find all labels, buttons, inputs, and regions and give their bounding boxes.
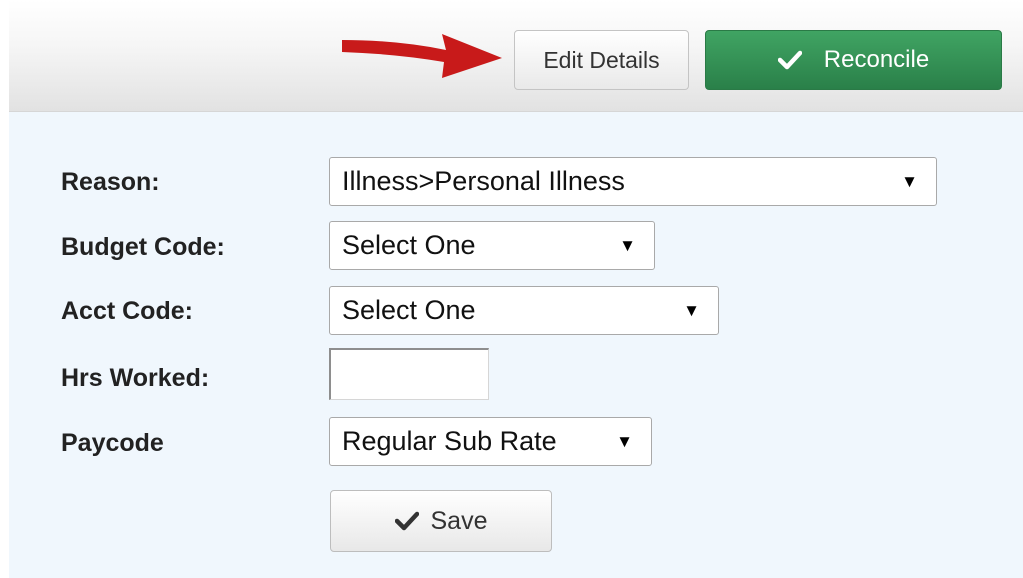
caret-down-icon: ▼ bbox=[616, 431, 633, 451]
caret-down-icon: ▼ bbox=[619, 235, 636, 255]
caret-down-icon: ▼ bbox=[683, 300, 700, 320]
budget-code-select[interactable]: Select One ▼ bbox=[329, 221, 655, 270]
save-button[interactable]: Save bbox=[330, 490, 552, 552]
budget-code-label: Budget Code: bbox=[61, 233, 225, 261]
paycode-label: Paycode bbox=[61, 429, 164, 457]
reason-select-value: Illness>Personal Illness bbox=[342, 166, 625, 196]
acct-code-label: Acct Code: bbox=[61, 297, 193, 325]
red-arrow-icon bbox=[342, 34, 502, 78]
checkmark-icon bbox=[394, 511, 419, 531]
edit-details-button[interactable]: Edit Details bbox=[514, 30, 689, 90]
reason-select[interactable]: Illness>Personal Illness ▼ bbox=[329, 157, 937, 206]
paycode-select[interactable]: Regular Sub Rate ▼ bbox=[329, 417, 652, 466]
reconcile-label: Reconcile bbox=[823, 46, 930, 73]
reason-label: Reason: bbox=[61, 168, 160, 196]
checkmark-icon bbox=[777, 50, 802, 70]
paycode-select-value: Regular Sub Rate bbox=[342, 426, 557, 456]
budget-code-select-value: Select One bbox=[342, 230, 476, 260]
caret-down-icon: ▼ bbox=[901, 171, 918, 191]
acct-code-select[interactable]: Select One ▼ bbox=[329, 286, 719, 335]
acct-code-select-value: Select One bbox=[342, 295, 476, 325]
reconcile-button[interactable]: Reconcile bbox=[705, 30, 1002, 90]
edit-details-label: Edit Details bbox=[543, 46, 660, 73]
hrs-worked-label: Hrs Worked: bbox=[61, 364, 210, 392]
hrs-worked-input[interactable] bbox=[329, 348, 489, 400]
save-label: Save bbox=[430, 506, 488, 535]
